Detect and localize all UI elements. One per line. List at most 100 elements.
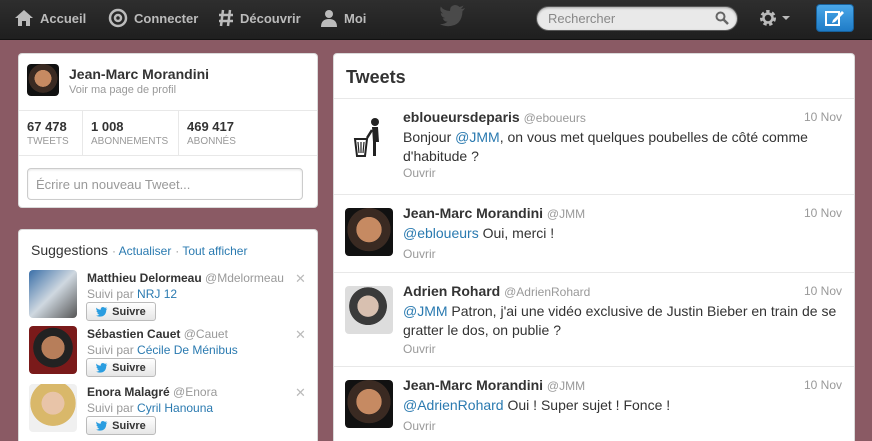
author-handle: @JMM — [546, 207, 586, 221]
compose-tweet-button[interactable] — [816, 4, 854, 32]
nav-home-label: Accueil — [40, 10, 87, 26]
tweet-text-part: Oui, merci ! — [478, 225, 555, 241]
mention-link[interactable]: @JMM — [455, 129, 500, 145]
search-icon[interactable] — [715, 11, 729, 25]
followed-by-label: Suivi par — [87, 287, 134, 301]
profile-name[interactable]: Jean-Marc Morandini — [69, 66, 209, 82]
tweet-text: @AdrienRohard Oui ! Super sujet ! Fonce … — [403, 396, 843, 415]
avatar[interactable] — [29, 384, 77, 432]
hash-icon — [219, 9, 233, 27]
followed-by-link[interactable]: NRJ 12 — [137, 287, 177, 301]
tweets-timeline: Tweets ebloueursdeparis @eboueurs 10 Nov… — [333, 53, 855, 441]
open-tweet-link[interactable]: Ouvrir — [403, 166, 436, 180]
profile-page-link[interactable]: Voir ma page de profil — [69, 84, 176, 96]
suggestions-header: Suggestions · Actualiser · Tout afficher — [31, 242, 247, 258]
close-icon[interactable]: ✕ — [295, 271, 306, 287]
refresh-link[interactable]: Actualiser — [119, 244, 172, 258]
author-name: Jean-Marc Morandini — [403, 377, 544, 393]
tweet-time[interactable]: 10 Nov — [804, 110, 842, 124]
tweet[interactable]: Jean-Marc Morandini @JMM 10 Nov @AdrienR… — [334, 367, 854, 441]
nav-discover[interactable]: Découvrir — [218, 0, 301, 36]
stat-label: ABONNEMENTS — [91, 136, 169, 147]
tweet-author[interactable]: Jean-Marc Morandini @JMM — [403, 377, 585, 393]
close-icon[interactable]: ✕ — [295, 327, 306, 343]
suggestion-name-text: Matthieu Delormeau — [87, 271, 202, 285]
follow-button[interactable]: Suivre — [86, 416, 156, 435]
search-input[interactable] — [537, 7, 707, 30]
home-icon — [15, 10, 33, 26]
tweet[interactable]: Adrien Rohard @AdrienRohard 10 Nov @JMM … — [334, 273, 854, 367]
new-tweet-box — [27, 168, 303, 200]
suggestion-handle: @Cauet — [183, 327, 228, 341]
tweet-time[interactable]: 10 Nov — [804, 206, 842, 220]
avatar[interactable] — [29, 326, 77, 374]
follow-button[interactable]: Suivre — [86, 302, 156, 321]
nav-connect[interactable]: Connecter — [108, 0, 198, 36]
nav-me[interactable]: Moi — [320, 0, 366, 36]
avatar[interactable] — [345, 208, 393, 256]
avatar[interactable] — [345, 380, 393, 428]
follow-label: Suivre — [112, 305, 146, 318]
stat-following[interactable]: 1 008 ABONNEMENTS — [83, 111, 179, 155]
follow-label: Suivre — [112, 361, 146, 374]
followed-by: Suivi par NRJ 12 — [87, 287, 177, 301]
tweet-text-part: Oui ! Super sujet ! Fonce ! — [503, 397, 671, 413]
tweet-author[interactable]: ebloueursdeparis @eboueurs — [403, 109, 586, 125]
avatar[interactable] — [27, 64, 59, 96]
tweet-text: @ebloueurs Oui, merci ! — [403, 224, 843, 243]
gear-icon — [760, 10, 776, 26]
stat-tweets[interactable]: 67 478 TWEETS — [19, 111, 83, 155]
suggestion-name[interactable]: Enora Malagré @Enora — [87, 385, 217, 399]
nav-home[interactable]: Accueil — [14, 0, 86, 36]
open-tweet-link[interactable]: Ouvrir — [403, 342, 436, 356]
tweet-time[interactable]: 10 Nov — [804, 284, 842, 298]
suggestions-title: Suggestions — [31, 242, 109, 258]
mention-link[interactable]: @AdrienRohard — [403, 397, 504, 413]
followed-by-label: Suivi par — [87, 343, 134, 357]
author-name: Adrien Rohard — [403, 283, 501, 299]
new-tweet-input[interactable] — [28, 169, 298, 199]
mention-link[interactable]: @JMM — [403, 303, 448, 319]
suggestion-handle: @Enora — [173, 385, 218, 399]
avatar[interactable] — [29, 270, 77, 318]
followed-by: Suivi par Cécile De Ménibus — [87, 343, 238, 357]
tweet[interactable]: ebloueursdeparis @eboueurs 10 Nov Bonjou… — [334, 99, 854, 195]
followed-by-link[interactable]: Cécile De Ménibus — [137, 343, 238, 357]
twitter-bird-icon[interactable] — [440, 5, 466, 30]
open-tweet-link[interactable]: Ouvrir — [403, 419, 436, 433]
compose-icon — [825, 11, 844, 26]
suggestion-item: Sébastien Cauet @Cauet Suivi par Cécile … — [29, 326, 309, 380]
mention-link[interactable]: @ebloueurs — [403, 225, 479, 241]
tweet-text-part: Bonjour — [403, 129, 456, 145]
timeline-title: Tweets — [334, 54, 854, 99]
suggestion-name[interactable]: Matthieu Delormeau @Mdelormeau — [87, 271, 284, 285]
followed-by: Suivi par Cyril Hanouna — [87, 401, 213, 415]
chevron-down-icon — [782, 16, 790, 20]
suggestion-name[interactable]: Sébastien Cauet @Cauet — [87, 327, 228, 341]
stat-label: TWEETS — [27, 136, 69, 147]
settings-menu[interactable] — [758, 8, 791, 28]
nav-connect-label: Connecter — [134, 10, 199, 26]
suggestion-item: Enora Malagré @Enora Suivi par Cyril Han… — [29, 384, 309, 438]
profile-card: Jean-Marc Morandini Voir ma page de prof… — [18, 53, 318, 208]
profile-stats: 67 478 TWEETS 1 008 ABONNEMENTS 469 417 … — [19, 110, 317, 156]
person-icon — [321, 10, 337, 27]
at-icon — [108, 8, 128, 28]
twitter-bird-icon — [96, 306, 108, 317]
close-icon[interactable]: ✕ — [295, 385, 306, 401]
tweet-author[interactable]: Jean-Marc Morandini @JMM — [403, 205, 585, 221]
twitter-bird-icon — [96, 362, 108, 373]
followed-by-link[interactable]: Cyril Hanouna — [137, 401, 213, 415]
tweet-author[interactable]: Adrien Rohard @AdrienRohard — [403, 283, 590, 299]
view-all-link[interactable]: Tout afficher — [182, 244, 247, 258]
stat-followers[interactable]: 469 417 ABONNÉS — [179, 111, 317, 155]
search-box — [536, 6, 738, 31]
stat-value: 67 478 — [27, 119, 67, 134]
follow-button[interactable]: Suivre — [86, 358, 156, 377]
tweet-time[interactable]: 10 Nov — [804, 378, 842, 392]
open-tweet-link[interactable]: Ouvrir — [403, 247, 436, 261]
tweet[interactable]: Jean-Marc Morandini @JMM 10 Nov @ebloueu… — [334, 195, 854, 273]
tweet-text: Bonjour @JMM, on vous met quelques poube… — [403, 128, 843, 166]
avatar[interactable] — [345, 112, 393, 160]
avatar[interactable] — [345, 286, 393, 334]
